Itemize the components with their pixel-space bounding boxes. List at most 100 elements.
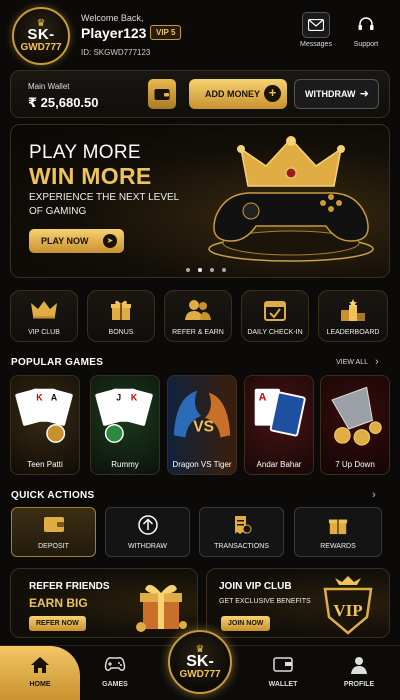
game-card-rummy[interactable]: J K Rummy [90,375,160,475]
headset-icon [358,17,374,30]
nav-profile[interactable]: PROFILE [324,646,394,700]
podium-icon [319,299,387,326]
quick-action-withdraw[interactable]: WITHDRAW [105,507,190,557]
view-all-link[interactable]: VIEW ALL [336,359,368,366]
plus-icon: + [264,85,281,102]
vip-club-promo[interactable]: JOIN VIP CLUB GET EXCLUSIVE BENEFITS JOI… [206,568,390,638]
gamepad-icon [80,656,150,677]
crown-controller-illustration [208,136,374,262]
chevron-right-icon[interactable]: › [375,356,379,368]
game-card-andar-bahar[interactable]: A Andar Bahar [244,375,314,475]
tile-bonus[interactable]: BONUS [87,290,155,342]
support-label: Support [353,41,379,48]
carousel-dots[interactable] [186,268,226,272]
user-icon [324,656,394,679]
playing-cards-icon: K A [15,388,73,443]
wallet-icon [248,656,318,677]
tile-label: LEADERBOARD [326,329,380,336]
banner-title-line1: PLAY MORE [29,142,141,163]
refer-friends-promo[interactable]: REFER FRIENDS EARN BIG REFER NOW [10,568,198,638]
refer-promo-title: REFER FRIENDS [29,581,110,592]
refer-promo-subtitle: EARN BIG [29,596,88,610]
withdraw-label: WITHDRAW [305,89,356,99]
receipt-icon [200,515,283,540]
popular-games-title: POPULAR GAMES [11,357,104,368]
tile-vip-club[interactable]: VIP CLUB [10,290,78,342]
support-button[interactable] [352,12,380,38]
users-icon [165,299,231,326]
quick-actions-title: QUICK ACTIONS [11,490,95,501]
gift-box-icon [136,584,187,632]
center-logo-line1: SK- [186,652,214,670]
crown-icon [11,299,77,324]
withdraw-button[interactable]: WITHDRAW ➜ [294,79,379,109]
quick-action-label: DEPOSIT [38,543,69,550]
tile-refer-earn[interactable]: REFER & EARN [164,290,232,342]
gift-icon [295,515,381,540]
join-now-button[interactable]: JOIN NOW [221,616,271,631]
nav-home[interactable]: HOME [0,646,80,700]
dice-cup-icon [331,386,382,446]
wallet-icon[interactable] [148,79,176,109]
calendar-check-icon [242,299,308,326]
quick-action-rewards[interactable]: REWARDS [294,507,382,557]
carousel-dot[interactable] [222,268,226,272]
svg-text:K: K [131,392,138,402]
nav-games-label: GAMES [102,681,128,688]
banner-subtitle: EXPERIENCE THE NEXT LEVEL OF GAMING [29,192,179,217]
vip-promo-subtitle: GET EXCLUSIVE BENEFITS [219,598,311,605]
messages-label: Messages [300,41,332,48]
nav-wallet[interactable]: WALLET [248,646,318,700]
game-card-teen-patti[interactable]: K A Teen Patti [10,375,80,475]
refer-now-button[interactable]: REFER NOW [29,616,86,631]
quick-action-deposit[interactable]: DEPOSIT [11,507,96,557]
quick-action-label: REWARDS [320,543,356,550]
user-id: ID: SKGWD777123 [81,48,151,57]
game-card-dragon-vs-tiger[interactable]: VS Dragon VS Tiger [167,375,237,475]
quick-action-label: WITHDRAW [127,543,167,550]
svg-text:K: K [36,392,43,402]
tile-daily-check-in[interactable]: DAILY CHECK-IN [241,290,309,342]
gift-icon [88,299,154,326]
playing-cards-icon: J K [95,388,153,443]
quick-action-transactions[interactable]: TRANSACTIONS [199,507,284,557]
arrow-right-icon: ➜ [359,88,369,100]
carousel-dot-active[interactable] [198,268,202,272]
carousel-dot[interactable] [186,268,190,272]
svg-text:J: J [116,392,121,402]
app-header: ♛ SK- GWD777 Welcome Back, Player123 VIP… [0,0,400,66]
vip-shield-icon: VIP [323,576,373,635]
brand-logo[interactable]: ♛ SK- GWD777 [12,7,70,65]
center-logo-line2: GWD777 [179,668,221,680]
svg-text:A: A [259,391,267,403]
logo-text-line1: SK- [27,26,55,43]
playing-cards-icon: A [254,388,306,437]
chevron-right-icon[interactable]: › [372,489,376,501]
promo-banner[interactable]: PLAY MORE WIN MORE EXPERIENCE THE NEXT L… [10,124,390,278]
game-card-7-up-down[interactable]: 7 Up Down [320,375,390,475]
game-label: 7 Up Down [335,460,375,469]
wallet-label: Main Wallet [28,82,70,91]
game-label: Dragon VS Tiger [172,460,232,469]
home-icon [5,656,75,679]
carousel-dot[interactable] [210,268,214,272]
vip-badge[interactable]: VIP 5 [150,25,182,40]
tile-label: REFER & EARN [172,329,224,336]
arrow-up-circle-icon [106,515,189,540]
tile-label: DAILY CHECK-IN [247,329,303,336]
add-money-button[interactable]: ADD MONEY + [189,79,287,109]
username: Player123 [81,25,147,41]
center-brand-button[interactable]: ♛ SK- GWD777 [168,630,232,694]
welcome-text: Welcome Back, [81,13,144,23]
game-label: Teen Patti [27,460,63,469]
nav-wallet-label: WALLET [268,681,298,688]
messages-button[interactable] [302,12,330,38]
tile-leaderboard[interactable]: LEADERBOARD [318,290,388,342]
vip-promo-title: JOIN VIP CLUB [219,581,292,592]
svg-text:VS: VS [193,419,214,436]
wallet-balance: ₹ 25,680.50 [28,95,99,110]
arrow-right-icon: ➤ [103,234,117,248]
play-now-button[interactable]: PLAY NOW ➤ [29,229,124,253]
nav-games[interactable]: GAMES [80,646,150,700]
quick-action-label: TRANSACTIONS [214,543,269,550]
